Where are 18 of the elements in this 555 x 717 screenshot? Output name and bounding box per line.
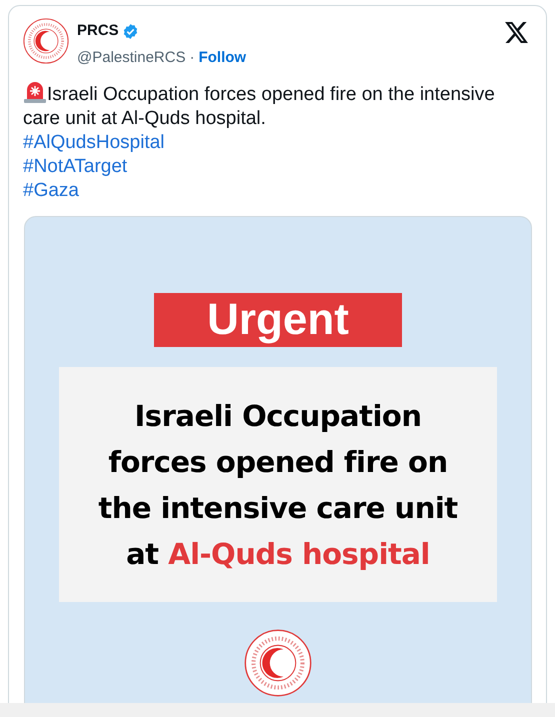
- author-name[interactable]: PRCS: [77, 20, 119, 42]
- crescent-logo: [244, 629, 312, 697]
- follow-link[interactable]: Follow: [198, 46, 246, 69]
- headline-line: at Al-Quds hospital: [126, 536, 430, 572]
- author-handle[interactable]: @PalestineRCS: [77, 46, 186, 69]
- headline-line: the intensive care unit: [98, 490, 458, 526]
- headline-line: Israeli Occupation: [134, 398, 422, 434]
- tweet-text: Israeli Occupation forces opened fire on the intensive care unit at Al-Quds hospital.: [23, 81, 532, 131]
- urgent-banner: Urgent: [154, 293, 402, 347]
- avatar-logo: [23, 18, 69, 64]
- headline-line: forces opened fire on: [108, 444, 448, 480]
- hashtag-link[interactable]: #NotATarget: [23, 155, 532, 179]
- media-image[interactable]: Urgent Israeli Occupation forces opened fire on the intensive care unit at Al-Quds hospital: [24, 216, 532, 703]
- hashtag-link[interactable]: #AlQudsHospital: [23, 131, 532, 155]
- x-logo-icon[interactable]: [505, 22, 528, 43]
- siren-icon: [23, 81, 47, 103]
- hashtag-link[interactable]: #Gaza: [23, 179, 532, 203]
- separator: ·: [190, 48, 195, 68]
